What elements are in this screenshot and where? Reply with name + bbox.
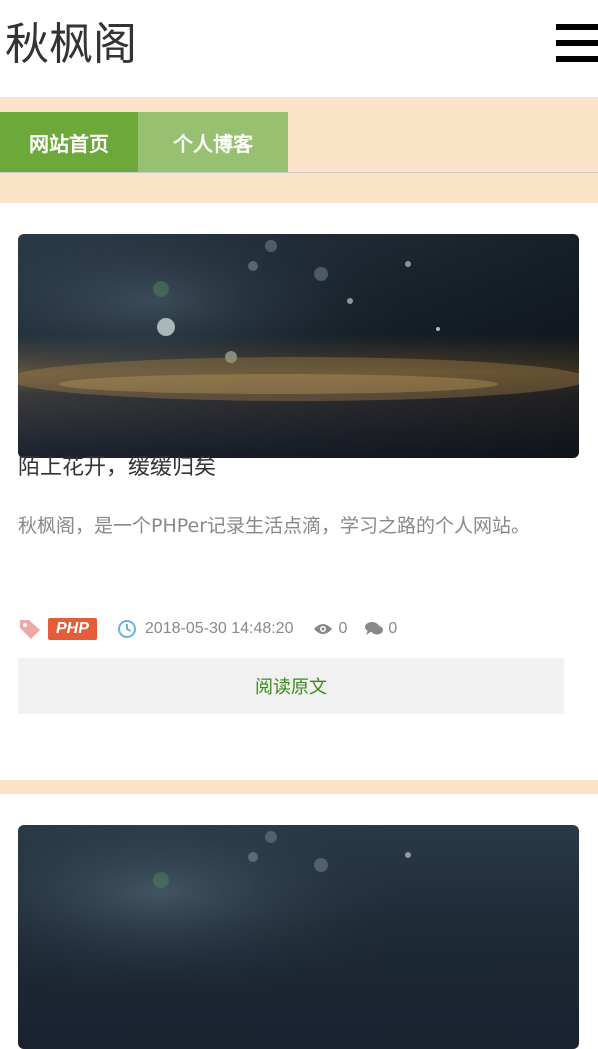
menu-bar — [556, 24, 598, 30]
chat-icon — [365, 622, 384, 635]
post-cover-image[interactable] — [18, 234, 579, 458]
nav-divider — [0, 172, 598, 173]
read-more-button[interactable]: 阅读原文 — [18, 658, 564, 714]
post-meta: PHP 2018-05-30 14:48:20 0 0 — [18, 616, 397, 642]
post-summary: 秋枫阁，是一个PHPer记录生活点滴，学习之路的个人网站。 — [18, 515, 531, 537]
clock-icon — [117, 620, 136, 638]
hamburger-menu-icon[interactable] — [556, 24, 598, 62]
menu-bar — [556, 56, 598, 62]
eye-icon — [314, 624, 333, 634]
site-header: 秋枫阁 — [0, 0, 598, 97]
post-tag-badge[interactable]: PHP — [48, 618, 97, 640]
menu-bar — [556, 40, 598, 46]
site-logo[interactable]: 秋枫阁 — [5, 18, 137, 72]
tab-home[interactable]: 网站首页 — [0, 112, 138, 172]
post-datetime: 2018-05-30 14:48:20 — [144, 620, 294, 637]
nav-tabs: 网站首页 个人博客 — [0, 112, 288, 172]
nav-bar: 网站首页 个人博客 — [0, 97, 598, 203]
post-views-count: 0 — [338, 620, 348, 637]
post-comments-count: 0 — [388, 620, 398, 637]
post-title[interactable]: 陌上花开，缓缓归矣 — [18, 453, 216, 483]
tab-personal-blog[interactable]: 个人博客 — [138, 112, 288, 172]
tag-icon — [20, 620, 40, 639]
card-separator — [0, 780, 598, 794]
post-cover-image[interactable] — [18, 825, 579, 1049]
